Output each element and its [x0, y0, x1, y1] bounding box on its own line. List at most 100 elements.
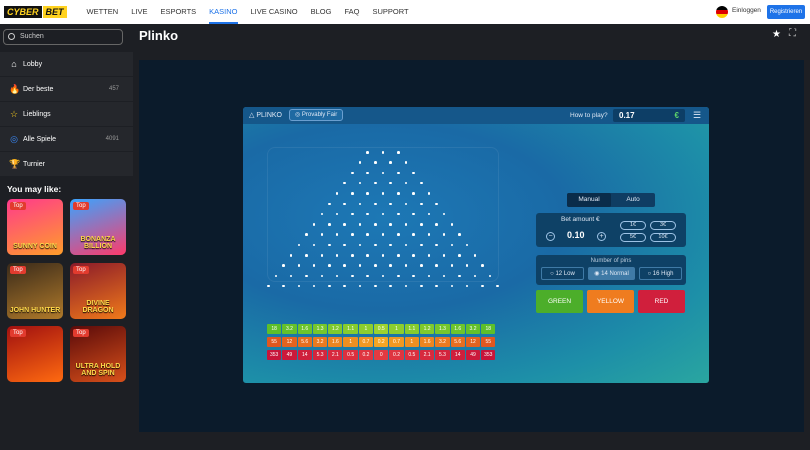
- how-to-play-link[interactable]: How to play?: [570, 112, 608, 119]
- peg: [389, 264, 392, 267]
- peg: [320, 233, 324, 236]
- multiplier-cell: 353: [481, 350, 496, 360]
- game-tile-name: ULTRA HOLD AND SPIN: [75, 363, 121, 377]
- game-tile-name: DIVINE DRAGON: [82, 300, 114, 314]
- peg: [305, 254, 308, 257]
- peg: [351, 274, 354, 278]
- peg: [328, 284, 331, 288]
- pins-option-14[interactable]: ◉ 14 Normal: [588, 267, 635, 280]
- multiplier-cell: 1.2: [328, 324, 343, 334]
- grid-icon: ◎: [10, 133, 18, 144]
- top-badge: Top: [10, 266, 26, 274]
- nav-wetten[interactable]: WETTEN: [87, 0, 119, 24]
- bet-amount-label: Bet amount €: [561, 216, 600, 223]
- mode-tabs: Manual Auto: [567, 193, 655, 207]
- provably-fair-button[interactable]: ◎ Provably Fair: [289, 109, 344, 121]
- red-button[interactable]: RED: [638, 290, 685, 313]
- menu-icon[interactable]: ☰: [693, 110, 701, 121]
- yellow-button[interactable]: YELLOW: [587, 290, 634, 313]
- game-tile[interactable]: Top ULTRA HOLD AND SPIN: [70, 326, 126, 382]
- peg: [381, 254, 385, 257]
- peg: [328, 202, 331, 206]
- peg: [450, 264, 454, 267]
- sidebar-item-der-beste[interactable]: 🔥 Der beste 457: [0, 77, 133, 102]
- peg: [458, 254, 461, 257]
- cyberbet-logo[interactable]: CYBER BET: [4, 5, 67, 19]
- peg: [419, 264, 423, 267]
- peg: [374, 284, 377, 288]
- peg: [297, 264, 301, 267]
- multiplier-cell: 55: [481, 337, 496, 347]
- peg: [366, 254, 369, 257]
- trophy-icon: 🏆: [9, 158, 21, 169]
- login-link[interactable]: Einloggen: [732, 7, 761, 14]
- sidebar-item-alle-spiele[interactable]: ◎ Alle Spiele 4091: [0, 127, 133, 152]
- game-tile[interactable]: Top: [7, 326, 63, 382]
- game-tile[interactable]: Top JOHN HUNTER: [7, 263, 63, 319]
- peg: [366, 233, 369, 236]
- star-icon: ☆: [9, 108, 19, 119]
- peg: [366, 192, 369, 195]
- game-tile[interactable]: Top DIVINE DRAGON: [70, 263, 126, 319]
- multiplier-cell: 14: [297, 350, 312, 360]
- peg: [404, 223, 408, 226]
- multiplier-cell: 18: [267, 324, 282, 334]
- multiplier-cell: 2.1: [419, 350, 435, 360]
- nav-support[interactable]: SUPPORT: [372, 0, 408, 24]
- sidebar-item-count: 457: [108, 86, 119, 92]
- multiplier-cell: 18: [481, 324, 496, 334]
- chip-1[interactable]: 1€: [620, 221, 646, 230]
- peg: [404, 264, 408, 267]
- fullscreen-icon[interactable]: ⛶: [789, 28, 796, 39]
- nav-live[interactable]: LIVE: [131, 0, 147, 24]
- balance-display: 0.17 €: [613, 109, 685, 122]
- pins-option-12[interactable]: ○ 12 Low: [541, 267, 584, 280]
- peg: [358, 284, 362, 288]
- peg: [389, 161, 392, 164]
- tab-manual[interactable]: Manual: [567, 193, 611, 207]
- nav-faq[interactable]: FAQ: [344, 0, 359, 24]
- sidebar-item-count: 4091: [105, 136, 119, 142]
- bet-amount-value[interactable]: 0.10: [567, 230, 585, 240]
- sidebar-item-lieblings[interactable]: ☆ Lieblings: [0, 102, 133, 127]
- nav-live-casino[interactable]: LIVE CASINO: [251, 0, 298, 24]
- decrease-bet-button[interactable]: −: [546, 232, 555, 241]
- pins-option-16[interactable]: ○ 16 High: [639, 267, 682, 280]
- page-title: Plinko: [139, 28, 179, 43]
- game-tile[interactable]: Top SUNNY COIN: [7, 199, 63, 255]
- nav-esports[interactable]: ESPORTS: [160, 0, 196, 24]
- multiplier-cell: 2.1: [328, 350, 343, 360]
- german-flag-icon[interactable]: [716, 6, 728, 18]
- peg: [328, 223, 331, 226]
- green-button[interactable]: GREEN: [536, 290, 583, 313]
- chip-10[interactable]: 10€: [650, 233, 676, 242]
- search-input[interactable]: Suchen: [3, 29, 123, 45]
- sidebar-item-lobby[interactable]: ⌂ Lobby: [0, 52, 133, 77]
- peg: [404, 284, 408, 288]
- peg: [351, 171, 354, 175]
- peg: [435, 243, 438, 247]
- multiplier-cell: 1.1: [404, 324, 419, 334]
- tab-auto[interactable]: Auto: [611, 193, 655, 207]
- multiplier-cell: 1.3: [312, 324, 328, 334]
- register-button[interactable]: Registrieren: [767, 5, 805, 19]
- multiplier-cell: 1: [343, 337, 358, 347]
- multiplier-cell: 0.5: [374, 324, 389, 334]
- peg: [419, 243, 423, 247]
- multiplier-row-green: 18 3.2 1.6 1.3 1.2 1.1 1 0.5 1 1.1 1.2 1.3 1.6 3.2 18: [267, 324, 496, 334]
- chip-3[interactable]: 3€: [650, 221, 676, 230]
- top-badge: Top: [73, 266, 89, 274]
- multiplier-cell: 5.3: [312, 350, 328, 360]
- chip-5[interactable]: 5€: [620, 233, 646, 242]
- increase-bet-button[interactable]: +: [597, 232, 606, 241]
- favorite-star-icon[interactable]: ★: [772, 29, 781, 40]
- nav-kasino[interactable]: KASINO: [209, 0, 238, 24]
- peg: [389, 284, 392, 288]
- sidebar-item-turnier[interactable]: 🏆 Turnier: [0, 152, 133, 177]
- balance-currency: €: [674, 111, 679, 120]
- game-tile[interactable]: Top BONANZA BILLION: [70, 199, 126, 255]
- multiplier-cell: 1.3: [435, 324, 450, 334]
- pins-panel: Number of pins ○ 12 Low ◉ 14 Normal ○ 16…: [536, 255, 686, 285]
- nav-blog[interactable]: BLOG: [311, 0, 332, 24]
- game-name: △ PLINKO: [249, 112, 283, 119]
